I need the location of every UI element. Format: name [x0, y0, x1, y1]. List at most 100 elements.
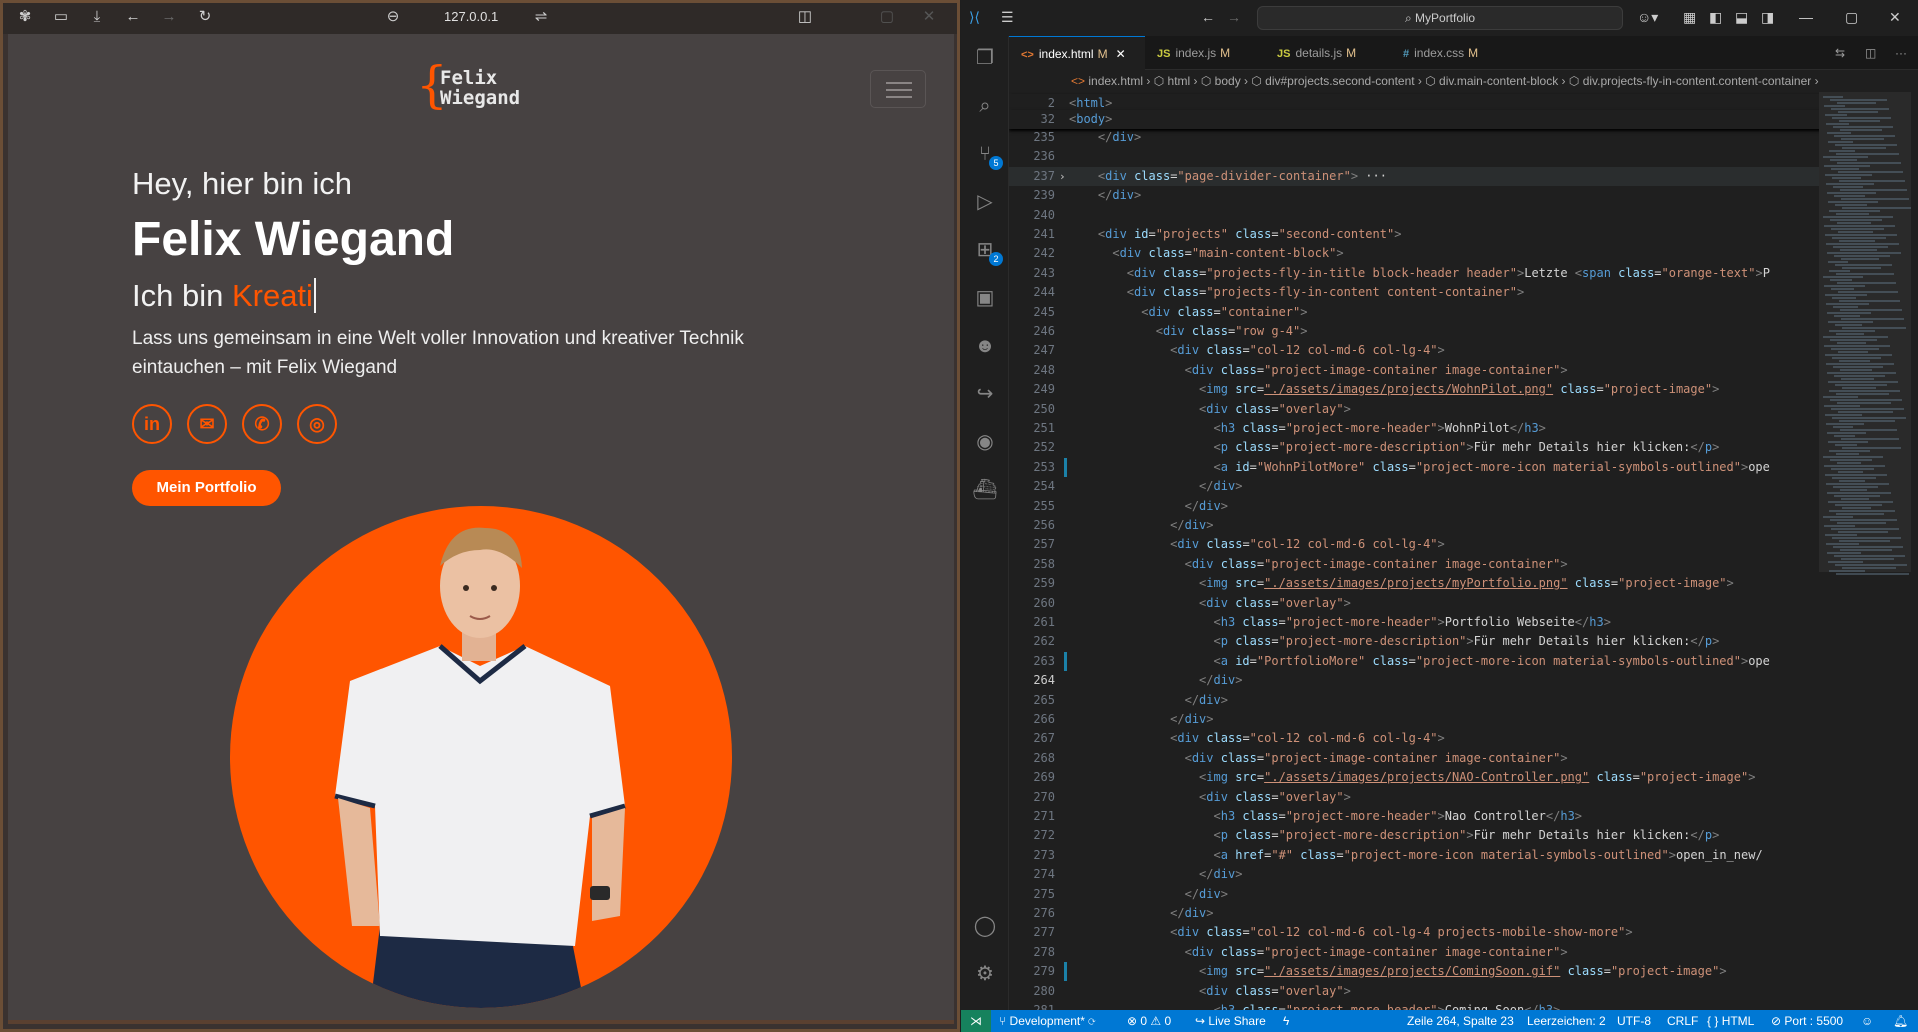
minimap-line	[1835, 564, 1907, 566]
menu-icon[interactable]: ☰	[1001, 9, 1014, 26]
code-line[interactable]: 273 <a href="#" class="project-more-icon…	[1009, 846, 1827, 865]
fold-chevron-icon[interactable]: ›	[1059, 167, 1066, 186]
code-line[interactable]: 249 <img src="./assets/images/projects/W…	[1009, 380, 1827, 399]
code-line[interactable]: 272 <p class="project-more-description">…	[1009, 826, 1827, 845]
extensions-icon[interactable]: ⊞ 2	[971, 236, 1003, 266]
code-line[interactable]: 253 <a id="WohnPilotMore" class="project…	[1009, 458, 1827, 477]
code-line[interactable]: 258 <div class="project-image-container …	[1009, 555, 1827, 574]
encoding[interactable]: UTF-8	[1617, 1010, 1651, 1032]
more-actions-icon[interactable]: ···	[1889, 36, 1918, 70]
code-line[interactable]: 256 </div>	[1009, 516, 1827, 535]
close-icon[interactable]: ✕	[1889, 9, 1901, 26]
code-line[interactable]: 276 </div>	[1009, 904, 1827, 923]
code-line[interactable]: 241 <div id="projects" class="second-con…	[1009, 225, 1827, 244]
notifications-icon[interactable]: 🔔︎	[1893, 1010, 1908, 1032]
settings-gear-icon[interactable]: ⚙	[971, 960, 999, 988]
maximize-icon[interactable]: ▢	[1845, 9, 1858, 26]
breadcrumb[interactable]: <> index.html › ⬡ html › ⬡ body › ⬡ div#…	[1009, 70, 1918, 92]
code-line[interactable]: 265 </div>	[1009, 691, 1827, 710]
code-line[interactable]: 239 </div>	[1009, 186, 1827, 205]
code-line[interactable]: 32 <body>	[1009, 110, 1827, 129]
code-line[interactable]: 262 <p class="project-more-description">…	[1009, 632, 1827, 651]
code-line[interactable]: 236	[1009, 147, 1827, 166]
code-line[interactable]: 245 <div class="container">	[1009, 303, 1827, 322]
copilot-status-icon[interactable]: ☺	[1861, 1010, 1873, 1032]
code-line[interactable]: 246 <div class="row g-4">	[1009, 322, 1827, 341]
code-line[interactable]: 261 <h3 class="project-more-header">Port…	[1009, 613, 1827, 632]
minimize-icon[interactable]: —	[1799, 9, 1813, 25]
code-line[interactable]: 264 </div>	[1009, 671, 1827, 690]
code-line[interactable]: 266 </div>	[1009, 710, 1827, 729]
toggle-sidebar-icon[interactable]: ◧	[1709, 9, 1722, 26]
code-line[interactable]: 268 <div class="project-image-container …	[1009, 749, 1827, 768]
minimap[interactable]	[1819, 92, 1911, 1010]
tab-index-css[interactable]: # index.css M	[1391, 36, 1517, 70]
line-ending[interactable]: CRLF	[1667, 1010, 1698, 1032]
source-control-icon[interactable]: ⑂ 5	[971, 140, 1003, 170]
language-mode[interactable]: { } HTML	[1707, 1010, 1754, 1032]
layout-icon[interactable]: ▦	[1683, 9, 1696, 26]
docker-icon[interactable]: ⛴	[971, 476, 999, 504]
code-line[interactable]: 263 <a id="PortfolioMore" class="project…	[1009, 652, 1827, 671]
indentation[interactable]: Leerzeichen: 2	[1527, 1010, 1606, 1032]
code-line[interactable]: 252 <p class="project-more-description">…	[1009, 438, 1827, 457]
code-line[interactable]: 244 <div class="projects-fly-in-content …	[1009, 283, 1827, 302]
code-line[interactable]: 277 <div class="col-12 col-md-6 col-lg-4…	[1009, 923, 1827, 942]
toggle-panel-icon[interactable]: ⬓	[1735, 9, 1748, 26]
code-line[interactable]: 251 <h3 class="project-more-header">Wohn…	[1009, 419, 1827, 438]
code-editor[interactable]: 2 <html> 32 <body> 235 </div> 236 237 › <div cl…	[1009, 92, 1918, 1010]
code-line[interactable]: 270 <div class="overlay">	[1009, 788, 1827, 807]
command-center[interactable]: ⌕ MyPortfolio	[1257, 6, 1623, 30]
run-debug-icon[interactable]: ▷	[971, 188, 999, 216]
code-line[interactable]: 247 <div class="col-12 col-md-6 col-lg-4…	[1009, 341, 1827, 360]
code-line[interactable]: 275 </div>	[1009, 885, 1827, 904]
forward-icon[interactable]: →	[1227, 9, 1241, 25]
back-icon[interactable]: ←	[1201, 9, 1215, 25]
live-share-icon[interactable]: ↪	[971, 380, 999, 408]
code-line[interactable]: 250 <div class="overlay">	[1009, 400, 1827, 419]
remote-explorer-icon[interactable]: ▣	[971, 284, 999, 312]
code-line[interactable]: 274 </div>	[1009, 865, 1827, 884]
code-text: <div class="project-image-container imag…	[1184, 750, 1568, 765]
copilot-icon[interactable]: ☺▾	[1637, 9, 1658, 26]
code-line[interactable]: 257 <div class="col-12 col-md-6 col-lg-4…	[1009, 535, 1827, 554]
code-line[interactable]: 281 <h3 class="project-more-header">Comi…	[1009, 1001, 1827, 1010]
code-line[interactable]: 269 <img src="./assets/images/projects/N…	[1009, 768, 1827, 787]
live-share-button[interactable]: ↪ Live Share	[1195, 1010, 1266, 1032]
code-line[interactable]: 280 <div class="overlay">	[1009, 982, 1827, 1001]
code-line[interactable]: 271 <h3 class="project-more-header">Nao …	[1009, 807, 1827, 826]
code-line[interactable]: 278 <div class="project-image-container …	[1009, 943, 1827, 962]
lightning-icon[interactable]: ϟ	[1283, 1010, 1289, 1032]
toggle-secondary-sidebar-icon[interactable]: ◨	[1761, 9, 1774, 26]
search-icon[interactable]: ⌕	[971, 92, 999, 120]
accounts-icon[interactable]: ◯	[971, 912, 999, 940]
tab-index-js[interactable]: JS index.js M	[1145, 36, 1265, 70]
copilot-icon[interactable]: ☻	[971, 332, 999, 360]
live-server-port[interactable]: ⊘ Port : 5500	[1771, 1010, 1843, 1032]
tab-index-html[interactable]: <> index.html M ✕	[1009, 36, 1145, 70]
code-line[interactable]: 260 <div class="overlay">	[1009, 594, 1827, 613]
code-line[interactable]: 255 </div>	[1009, 497, 1827, 516]
cursor-position[interactable]: Zeile 264, Spalte 23	[1407, 1010, 1514, 1032]
github-actions-icon[interactable]: ◉	[971, 428, 999, 456]
minimap-slider[interactable]	[1819, 92, 1911, 572]
code-line[interactable]: 235 </div>	[1009, 128, 1827, 147]
code-line[interactable]: 237 › <div class="page-divider-container"…	[1009, 166, 1827, 186]
activity-bar: ❐ ⌕ ⑂ 5 ▷ ⊞ 2 ▣ ☻ ↪ ◉ ⛴ ◯ ⚙	[961, 36, 1009, 1010]
code-line[interactable]: 248 <div class="project-image-container …	[1009, 361, 1827, 380]
code-line[interactable]: 254 </div>	[1009, 477, 1827, 496]
split-editor-icon[interactable]: ◫	[1859, 36, 1889, 70]
code-line[interactable]: 243 <div class="projects-fly-in-title bl…	[1009, 264, 1827, 283]
code-line[interactable]: 242 <div class="main-content-block">	[1009, 244, 1827, 263]
code-line[interactable]: 240	[1009, 206, 1827, 225]
explorer-icon[interactable]: ❐	[971, 44, 999, 72]
code-line[interactable]: 259 <img src="./assets/images/projects/m…	[1009, 574, 1827, 593]
tab-details-js[interactable]: JS details.js M	[1265, 36, 1391, 70]
code-line[interactable]: 267 <div class="col-12 col-md-6 col-lg-4…	[1009, 729, 1827, 748]
code-line[interactable]: 279 <img src="./assets/images/projects/C…	[1009, 962, 1827, 981]
remote-indicator-icon[interactable]: ⋊	[961, 1010, 991, 1032]
compare-icon[interactable]: ⇆	[1829, 36, 1859, 70]
close-tab-icon[interactable]: ✕	[1116, 47, 1126, 61]
branch-indicator[interactable]: ⑂ Development* ⟳	[999, 1010, 1095, 1032]
problems-indicator[interactable]: ⊗ 0 ⚠ 0	[1127, 1010, 1171, 1032]
